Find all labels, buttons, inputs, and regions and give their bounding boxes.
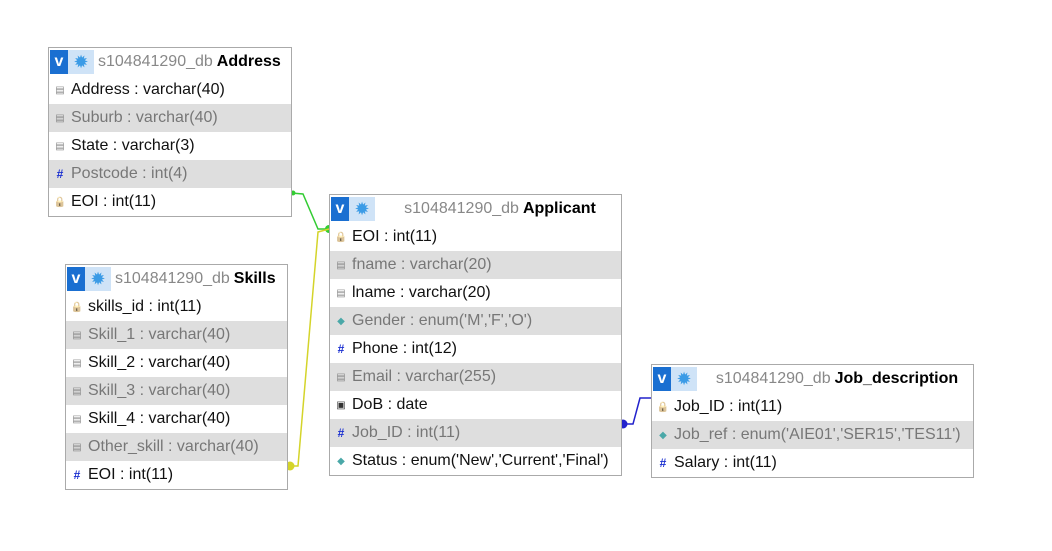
column-row[interactable]: 🔒 EOI : int(11) bbox=[330, 223, 621, 251]
table-applicant[interactable]: v ✹ s104841290_db Applicant 🔒 EOI : int(11)… bbox=[329, 194, 622, 476]
column-row[interactable]: ▤ Skill_1 : varchar(40) bbox=[66, 321, 287, 349]
column-row[interactable]: ▣ DoB : date bbox=[330, 391, 621, 419]
enum-icon: ◆ bbox=[337, 315, 345, 327]
column-label: Salary : int(11) bbox=[674, 454, 777, 471]
column-row[interactable]: ▤ lname : varchar(20) bbox=[330, 279, 621, 307]
database-name: s104841290_db bbox=[715, 370, 831, 387]
text-icon: ▤ bbox=[55, 84, 65, 96]
column-label: Status : enum('New','Current','Final') bbox=[352, 452, 609, 469]
text-icon: ▤ bbox=[72, 357, 82, 369]
toggle-columns-button[interactable]: v bbox=[331, 197, 349, 221]
database-name: s104841290_db bbox=[98, 53, 213, 70]
gear-icon[interactable]: ✹ bbox=[85, 267, 111, 291]
table-name: Job_description bbox=[834, 370, 959, 387]
column-label: Skill_2 : varchar(40) bbox=[88, 354, 231, 371]
column-label: Address : varchar(40) bbox=[71, 81, 225, 98]
text-icon: ▤ bbox=[336, 259, 346, 271]
text-icon: ▤ bbox=[336, 287, 346, 299]
column-row[interactable]: # EOI : int(11) bbox=[66, 461, 287, 489]
column-label: Gender : enum('M','F','O') bbox=[352, 312, 533, 329]
relation-address-applicant bbox=[290, 190, 333, 233]
column-label: lname : varchar(20) bbox=[352, 284, 491, 301]
key-icon: 🔒 bbox=[334, 231, 348, 243]
column-row[interactable]: 🔒 EOI : int(11) bbox=[49, 188, 291, 216]
toggle-columns-button[interactable]: v bbox=[653, 367, 671, 391]
column-row[interactable]: # Phone : int(12) bbox=[330, 335, 621, 363]
number-icon: # bbox=[337, 426, 345, 440]
column-label: State : varchar(3) bbox=[71, 137, 195, 154]
column-label: Skill_3 : varchar(40) bbox=[88, 382, 231, 399]
relation-applicant-job bbox=[618, 397, 651, 429]
enum-icon: ◆ bbox=[659, 429, 667, 441]
column-label: Skill_4 : varchar(40) bbox=[88, 410, 231, 427]
column-row[interactable]: # Salary : int(11) bbox=[652, 449, 973, 477]
database-name: s104841290_db bbox=[115, 270, 230, 287]
text-icon: ▤ bbox=[72, 441, 82, 453]
text-icon: ▤ bbox=[55, 112, 65, 124]
number-icon: # bbox=[659, 456, 667, 470]
toggle-columns-button[interactable]: v bbox=[50, 50, 68, 74]
column-label: EOI : int(11) bbox=[352, 228, 438, 245]
gear-icon[interactable]: ✹ bbox=[349, 197, 375, 221]
column-row[interactable]: ▤ Skill_3 : varchar(40) bbox=[66, 377, 287, 405]
key-icon: 🔒 bbox=[53, 196, 67, 208]
column-row[interactable]: ▤ Email : varchar(255) bbox=[330, 363, 621, 391]
column-label: DoB : date bbox=[352, 396, 428, 413]
column-label: Job_ID : int(11) bbox=[674, 398, 783, 415]
gear-icon[interactable]: ✹ bbox=[671, 367, 697, 391]
table-header[interactable]: v ✹ s104841290_db Applicant bbox=[330, 195, 621, 223]
column-row[interactable]: ◆ Job_ref : enum('AIE01','SER15','TES11') bbox=[652, 421, 973, 449]
text-icon: ▤ bbox=[72, 329, 82, 341]
table-header[interactable]: v ✹ s104841290_db Skills bbox=[66, 265, 287, 293]
table-name: Skills bbox=[233, 270, 276, 287]
text-icon: ▤ bbox=[55, 140, 65, 152]
column-row[interactable]: ▤ Skill_4 : varchar(40) bbox=[66, 405, 287, 433]
column-label: skills_id : int(11) bbox=[88, 298, 202, 315]
column-label: Email : varchar(255) bbox=[352, 368, 497, 385]
table-header[interactable]: v ✹ s104841290_db Job_description bbox=[652, 365, 973, 393]
text-icon: ▤ bbox=[72, 385, 82, 397]
column-row[interactable]: ▤ Suburb : varchar(40) bbox=[49, 104, 291, 132]
column-label: Postcode : int(4) bbox=[71, 165, 188, 182]
column-label: Job_ref : enum('AIE01','SER15','TES11') bbox=[674, 426, 961, 443]
column-row[interactable]: 🔒 Job_ID : int(11) bbox=[652, 393, 973, 421]
key-icon: 🔒 bbox=[656, 401, 670, 413]
column-label: Phone : int(12) bbox=[352, 340, 457, 357]
column-label: Skill_1 : varchar(40) bbox=[88, 326, 231, 343]
number-icon: # bbox=[73, 468, 81, 482]
number-icon: # bbox=[56, 167, 64, 181]
column-row[interactable]: # Job_ID : int(11) bbox=[330, 419, 621, 447]
enum-icon: ◆ bbox=[337, 455, 345, 467]
column-label: fname : varchar(20) bbox=[352, 256, 492, 273]
table-address[interactable]: v ✹ s104841290_db Address ▤ Address : varch… bbox=[48, 47, 292, 217]
column-row[interactable]: ▤ Other_skill : varchar(40) bbox=[66, 433, 287, 461]
column-row[interactable]: 🔒 skills_id : int(11) bbox=[66, 293, 287, 321]
column-row[interactable]: ▤ Address : varchar(40) bbox=[49, 76, 291, 104]
text-icon: ▤ bbox=[336, 371, 346, 383]
column-row[interactable]: ▤ fname : varchar(20) bbox=[330, 251, 621, 279]
table-skills[interactable]: v ✹ s104841290_db Skills 🔒 skills_id : int(… bbox=[65, 264, 288, 490]
relation-skills-applicant bbox=[285, 228, 330, 471]
column-row[interactable]: ▤ Skill_2 : varchar(40) bbox=[66, 349, 287, 377]
gear-icon[interactable]: ✹ bbox=[68, 50, 94, 74]
table-header[interactable]: v ✹ s104841290_db Address bbox=[49, 48, 291, 76]
date-icon: ▣ bbox=[336, 399, 346, 411]
table-name: Applicant bbox=[522, 200, 596, 217]
table-name: Address bbox=[216, 53, 281, 70]
column-row[interactable]: ◆ Status : enum('New','Current','Final') bbox=[330, 447, 621, 475]
column-label: EOI : int(11) bbox=[71, 193, 157, 210]
database-name: s104841290_db bbox=[404, 200, 519, 217]
toggle-columns-button[interactable]: v bbox=[67, 267, 85, 291]
column-label: Suburb : varchar(40) bbox=[71, 109, 218, 126]
column-row[interactable]: # Postcode : int(4) bbox=[49, 160, 291, 188]
column-row[interactable]: ▤ State : varchar(3) bbox=[49, 132, 291, 160]
table-job-description[interactable]: v ✹ s104841290_db Job_description 🔒 Job_ID … bbox=[651, 364, 974, 478]
column-row[interactable]: ◆ Gender : enum('M','F','O') bbox=[330, 307, 621, 335]
column-label: Other_skill : varchar(40) bbox=[88, 438, 259, 455]
column-label: Job_ID : int(11) bbox=[352, 424, 461, 441]
number-icon: # bbox=[337, 342, 345, 356]
key-icon: 🔒 bbox=[70, 301, 84, 313]
text-icon: ▤ bbox=[72, 413, 82, 425]
column-label: EOI : int(11) bbox=[88, 466, 174, 483]
